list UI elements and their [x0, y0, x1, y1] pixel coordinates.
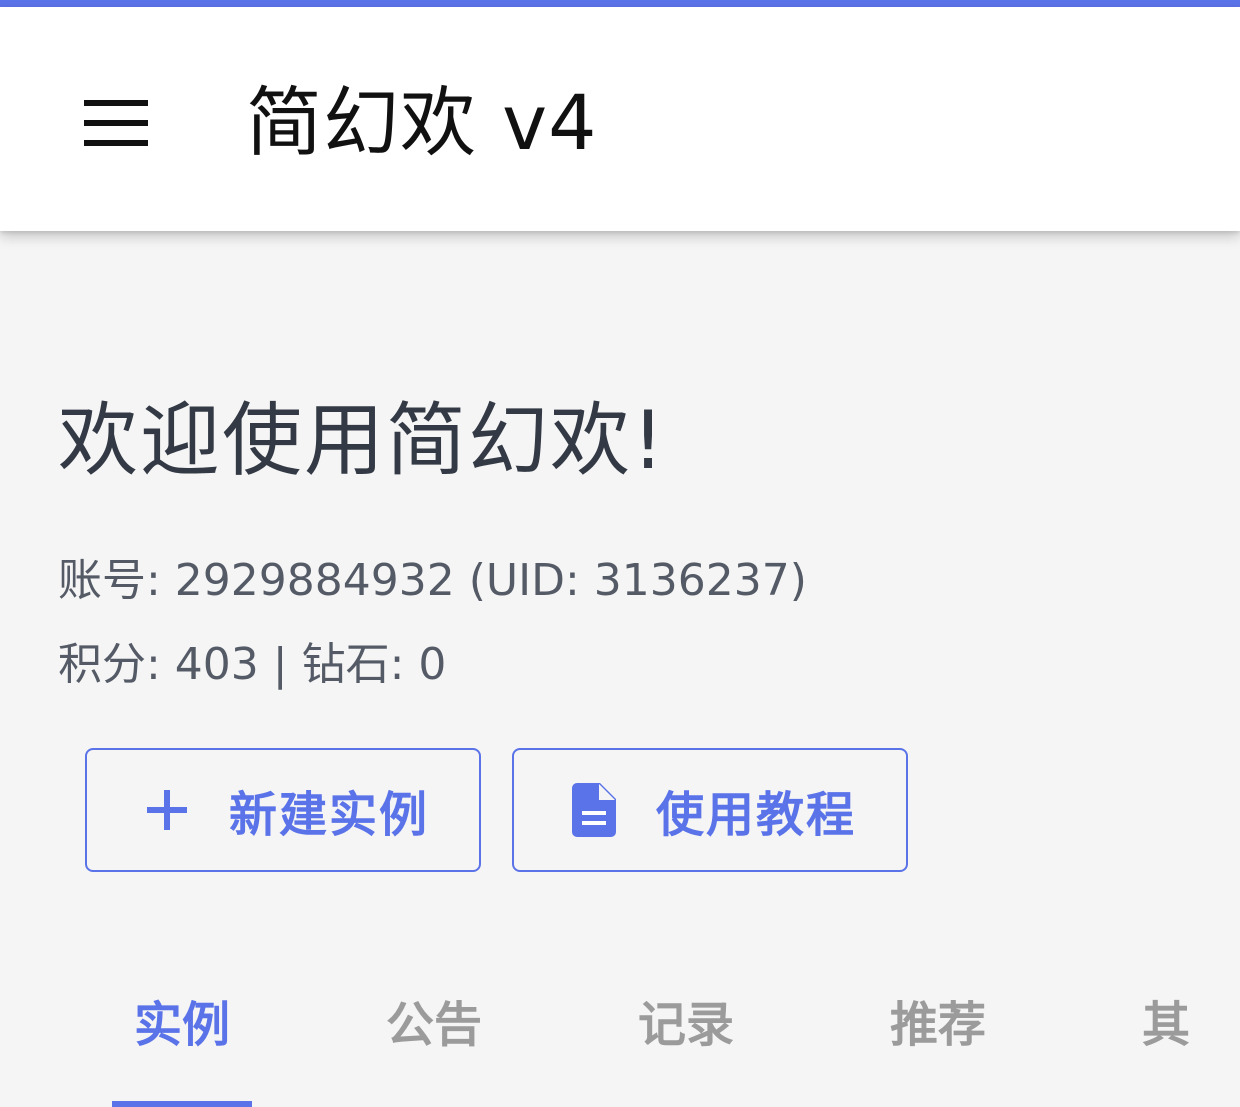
points-info: 积分: 403 | 钻石: 0 — [58, 639, 447, 690]
hamburger-menu-icon — [84, 100, 148, 146]
tab-announcements[interactable]: 公告 — [308, 993, 560, 1073]
new-instance-button[interactable]: 新建实例 — [85, 748, 481, 872]
tab-bar: 实例 公告 记录 推荐 其 — [0, 971, 1240, 1107]
account-info: 账号: 2929884932 (UID: 3136237) — [58, 555, 807, 606]
tab-instances[interactable]: 实例 — [56, 993, 308, 1073]
document-icon — [564, 780, 624, 840]
menu-button[interactable] — [70, 77, 162, 169]
app-bar: 简幻欢 v4 — [0, 7, 1240, 231]
tab-recommendations[interactable]: 推荐 — [812, 993, 1064, 1073]
tab-other[interactable]: 其 — [1064, 993, 1240, 1073]
plus-icon — [137, 780, 197, 840]
active-tab-indicator — [112, 1101, 252, 1107]
tab-records[interactable]: 记录 — [560, 993, 812, 1073]
top-accent-strip — [0, 0, 1240, 7]
tutorial-button[interactable]: 使用教程 — [512, 748, 908, 872]
welcome-heading: 欢迎使用简幻欢! — [58, 394, 667, 487]
main-content: 欢迎使用简幻欢! 账号: 2929884932 (UID: 3136237) 积… — [0, 231, 1240, 1107]
tutorial-label: 使用教程 — [655, 787, 856, 843]
app-title: 简幻欢 v4 — [246, 78, 598, 167]
new-instance-label: 新建实例 — [228, 787, 429, 843]
